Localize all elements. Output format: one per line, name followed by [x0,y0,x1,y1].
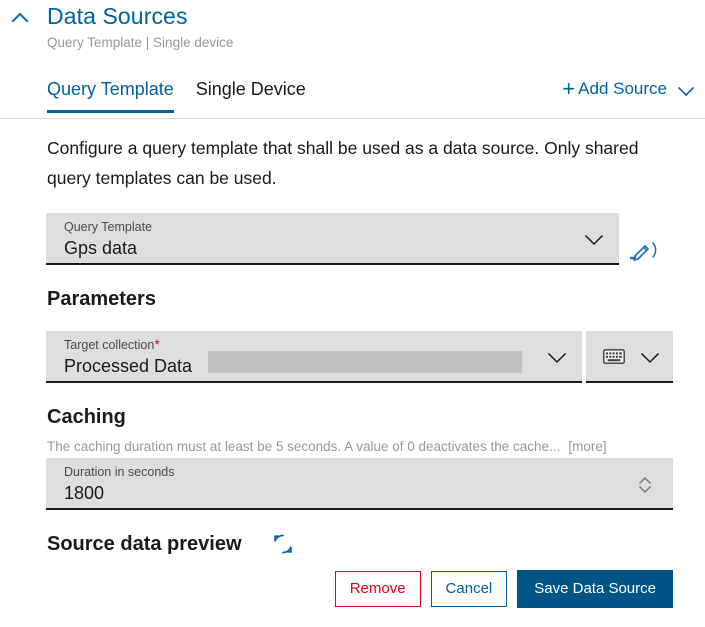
query-template-select[interactable]: Query Template Gps data [46,213,619,265]
duration-label: Duration in seconds [64,465,174,480]
remove-button[interactable]: Remove [335,571,421,607]
add-source-button[interactable]: + Add Source [562,78,667,100]
footer-actions: Remove Cancel Save Data Source [0,569,705,609]
caching-more-link[interactable]: [more] [568,439,606,454]
query-template-value: Gps data [64,236,137,260]
pencil-edit-icon[interactable] [626,236,664,264]
tab-list: Query Template Single Device [47,72,328,113]
page-title: Data Sources [47,2,188,30]
duration-number-input[interactable]: Duration in seconds 1800 [46,458,673,510]
target-collection-label-text: Target collection [64,338,154,352]
target-collection-input-mode-control[interactable] [586,331,673,383]
source-data-preview-title: Source data preview [47,531,242,557]
target-collection-value: Processed Data [64,354,192,378]
caching-section-title: Caching [47,405,126,429]
target-collection-value-highlight [208,351,522,373]
intro-description: Configure a query template that shall be… [47,133,667,193]
query-template-label: Query Template [64,220,152,235]
caching-description-text: The caching duration must at least be 5 … [47,439,560,454]
query-template-chevron-down-icon[interactable] [581,226,607,252]
duration-value: 1800 [64,481,104,505]
target-collection-label: Target collection* [64,338,160,353]
add-source-label: Add Source [578,78,667,100]
add-source-chevron-down-icon[interactable] [675,80,697,102]
keyboard-icon[interactable] [603,349,625,364]
tab-single-device[interactable]: Single Device [196,72,306,113]
caching-description: The caching duration must at least be 5 … [47,437,675,456]
breadcrumb: Query Template | Single device [47,34,233,52]
cancel-button[interactable]: Cancel [431,571,508,607]
target-collection-chevron-down-icon[interactable] [544,344,570,370]
chevron-up-icon[interactable] [8,6,32,30]
save-data-source-button[interactable]: Save Data Source [517,570,673,608]
required-marker: * [154,336,159,352]
parameters-section-title: Parameters [47,287,156,311]
spinner-up-down-icon[interactable] [635,472,655,498]
tab-bar: Query Template Single Device + Add Sourc… [0,72,705,119]
plus-icon: + [562,80,575,98]
refresh-icon[interactable] [270,531,296,557]
target-collection-side-chevron-down-icon[interactable] [637,344,663,370]
tab-query-template[interactable]: Query Template [47,72,174,113]
